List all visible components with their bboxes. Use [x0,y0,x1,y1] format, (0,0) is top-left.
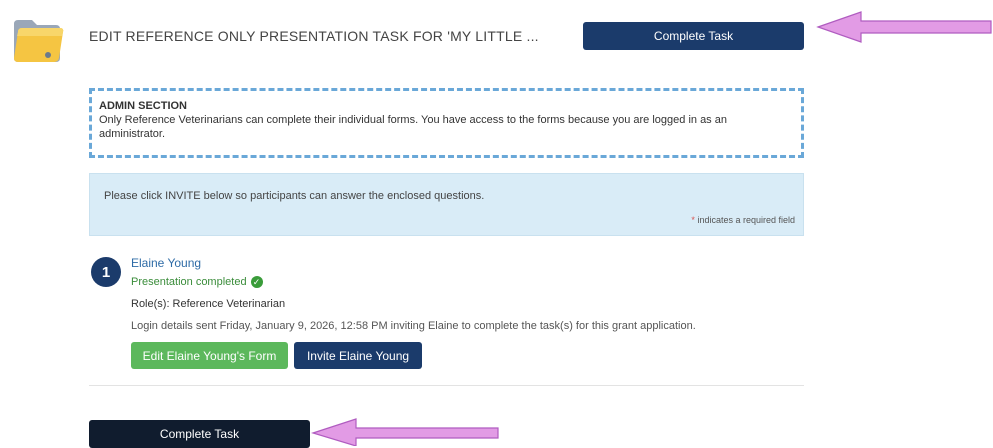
participant-number-badge: 1 [91,257,121,287]
complete-task-button-top[interactable]: Complete Task [583,22,804,50]
page-title: EDIT REFERENCE ONLY PRESENTATION TASK FO… [89,28,539,44]
participant-status: Presentation completed ✓ [131,276,263,288]
arrow-pointer-bottom [310,418,499,446]
login-details-text: Login details sent Friday, January 9, 20… [131,320,696,332]
status-text: Presentation completed [131,276,247,288]
admin-section: ADMIN SECTION Only Reference Veterinaria… [89,88,804,158]
admin-text: Only Reference Veterinarians can complet… [99,114,727,140]
required-text: indicates a required field [694,215,795,225]
info-panel: Please click INVITE below so participant… [89,173,804,236]
info-text: Please click INVITE below so participant… [104,190,485,202]
participant-role: Role(s): Reference Veterinarian [131,298,286,310]
edit-form-button[interactable]: Edit Elaine Young's Form [131,342,288,369]
arrow-pointer-top [816,11,992,43]
check-circle-icon: ✓ [250,276,263,288]
invite-button[interactable]: Invite Elaine Young [294,342,422,369]
complete-task-button-bottom[interactable]: Complete Task [89,420,310,448]
folder-icon [8,14,66,66]
divider [89,385,804,386]
participant-name-link[interactable]: Elaine Young [131,256,201,270]
required-field-note: * indicates a required field [691,215,795,225]
admin-heading: ADMIN SECTION [99,100,187,112]
